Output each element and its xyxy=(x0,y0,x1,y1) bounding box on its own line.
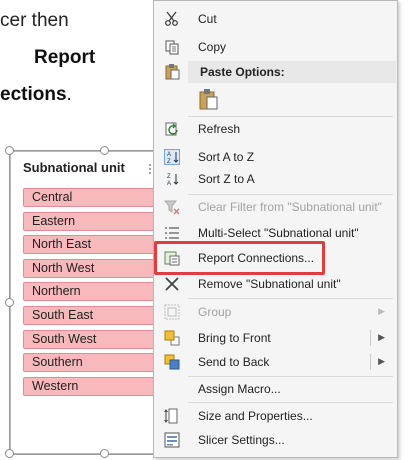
submenu-arrow-icon[interactable]: ▶ xyxy=(378,356,385,367)
send-to-back-icon xyxy=(164,354,180,370)
resize-handle-bottom[interactable] xyxy=(100,449,109,458)
instruction-line-2: Report xyxy=(34,47,96,68)
menu-item-copy[interactable]: Copy xyxy=(154,36,397,58)
menu-label-cut: Cut xyxy=(198,12,217,26)
menu-item-assign-macro[interactable]: Assign Macro... xyxy=(154,378,397,400)
svg-text:A: A xyxy=(167,152,171,158)
svg-text:Z: Z xyxy=(167,159,171,165)
menu-item-refresh[interactable]: Refresh xyxy=(154,118,397,140)
copy-icon xyxy=(165,40,179,55)
svg-text:Z: Z xyxy=(167,174,171,180)
submenu-arrow-icon: ▶ xyxy=(378,306,385,316)
remove-icon xyxy=(165,277,179,291)
paste-options-icon xyxy=(165,64,180,80)
submenu-arrow-icon[interactable]: ▶ xyxy=(378,332,385,343)
size-properties-icon xyxy=(164,408,178,424)
menu-item-size-and-properties[interactable]: Size and Properties... xyxy=(154,405,397,427)
resize-handle-top-left[interactable] xyxy=(5,146,14,155)
menu-label-group: Group xyxy=(198,305,232,319)
menu-item-send-to-back[interactable]: Send to Back ▶ xyxy=(154,351,397,373)
multi-select-menu-icon xyxy=(165,227,179,239)
instruction-line-3-bold: ections xyxy=(0,84,67,105)
group-icon xyxy=(164,304,180,320)
instruction-text: cer then Report ections. xyxy=(0,0,170,140)
menu-label-refresh: Refresh xyxy=(198,122,241,136)
menu-item-group[interactable]: Group ▶ xyxy=(154,301,397,323)
instruction-line-1: cer then xyxy=(0,10,69,31)
paste-options-header: Paste Options: xyxy=(188,61,396,83)
menu-separator xyxy=(188,402,393,403)
resize-handle-left[interactable] xyxy=(5,298,14,307)
menu-item-slicer-settings[interactable]: Slicer Settings... xyxy=(154,429,397,451)
menu-separator xyxy=(188,116,393,117)
sort-ascending-icon: A Z xyxy=(164,149,180,165)
svg-text:A: A xyxy=(167,181,171,187)
menu-label-sort-z-to-a: Sort Z to A xyxy=(198,172,255,186)
menu-label-multi-select: Multi-Select "Subnational unit" xyxy=(198,226,359,240)
menu-separator xyxy=(188,376,393,377)
menu-item-remove[interactable]: Remove "Subnational unit" xyxy=(154,273,397,295)
submenu-divider xyxy=(370,330,371,346)
submenu-divider xyxy=(370,354,371,370)
slicer-header: Subnational unit xyxy=(23,160,125,175)
resize-handle-top[interactable] xyxy=(100,146,109,155)
menu-item-sort-a-to-z[interactable]: A Z Sort A to Z xyxy=(154,146,397,168)
paste-clipboard-icon[interactable] xyxy=(198,88,218,110)
slicer-settings-icon xyxy=(164,432,180,448)
menu-item-sort-z-to-a[interactable]: Z A Sort Z to A xyxy=(154,168,397,190)
report-connections-highlight xyxy=(154,241,325,275)
instruction-line-3: ections. xyxy=(0,84,72,106)
menu-separator xyxy=(188,194,393,195)
menu-label-send-to-back: Send to Back xyxy=(198,355,270,369)
menu-label-slicer-settings: Slicer Settings... xyxy=(198,433,285,447)
menu-label-assign-macro: Assign Macro... xyxy=(198,382,281,396)
menu-label-remove: Remove "Subnational unit" xyxy=(198,277,341,291)
bring-to-front-icon xyxy=(164,330,180,346)
menu-label-size-and-properties: Size and Properties... xyxy=(198,409,313,423)
menu-item-bring-to-front[interactable]: Bring to Front ▶ xyxy=(154,327,397,349)
scissors-icon xyxy=(165,11,178,26)
sort-descending-icon: Z A xyxy=(167,174,179,187)
refresh-icon xyxy=(165,122,178,136)
menu-label-clear-filter: Clear Filter from "Subnational unit" xyxy=(198,200,382,214)
menu-separator xyxy=(188,298,393,299)
clear-filter-icon xyxy=(164,200,180,215)
menu-item-clear-filter[interactable]: Clear Filter from "Subnational unit" xyxy=(154,196,397,218)
instruction-line-3-tail: . xyxy=(66,84,72,105)
menu-label-sort-a-to-z: Sort A to Z xyxy=(198,150,255,164)
menu-label-copy: Copy xyxy=(198,40,227,54)
menu-item-cut[interactable]: Cut xyxy=(154,8,397,30)
context-menu: Cut Copy Paste Options: Refresh A Z Sort… xyxy=(153,0,398,458)
menu-label-bring-to-front: Bring to Front xyxy=(198,331,271,345)
paste-options-label: Paste Options: xyxy=(200,65,285,79)
resize-handle-bottom-left[interactable] xyxy=(5,449,14,458)
